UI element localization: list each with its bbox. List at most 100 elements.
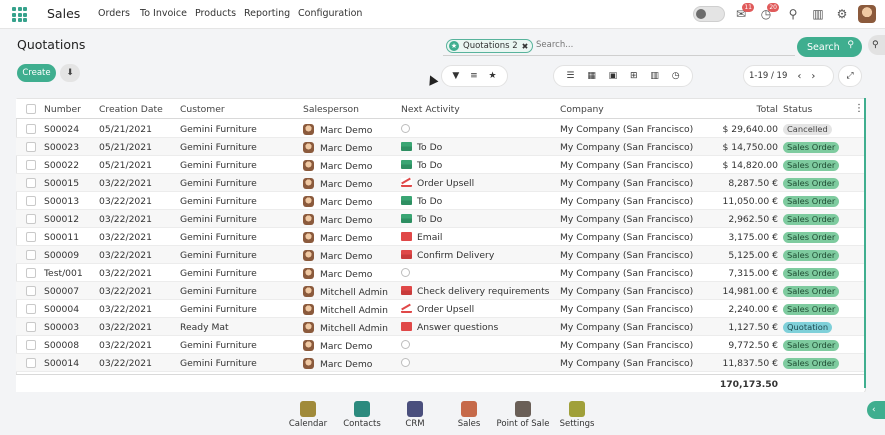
activity-clock-icon[interactable]: [401, 358, 410, 367]
activity-todo-icon[interactable]: [401, 142, 412, 151]
search-input[interactable]: [536, 40, 776, 50]
search-button[interactable]: Search ⚲: [797, 37, 862, 57]
company-switcher-icon[interactable]: ▥: [810, 6, 826, 22]
cell-next-activity[interactable]: [401, 124, 415, 135]
app-brand[interactable]: Sales: [47, 6, 80, 21]
header-total[interactable]: Total: [757, 104, 778, 115]
select-all-checkbox[interactable]: [26, 104, 36, 114]
dock-app-settings[interactable]: Settings: [547, 401, 607, 429]
messages-icon[interactable]: ✉ 11: [733, 3, 754, 22]
row-checkbox[interactable]: [26, 232, 36, 242]
dock-app-calendar[interactable]: Calendar: [278, 401, 338, 429]
calendar-view-icon[interactable]: ▣: [609, 71, 618, 81]
debug-bug-icon[interactable]: ⚲: [785, 6, 801, 22]
activity-email-icon[interactable]: [401, 322, 412, 331]
table-row[interactable]: S00022 05/21/2021 Gemini Furniture Marc Dem…: [16, 156, 864, 174]
table-row[interactable]: S00003 03/22/2021 Ready Mat Mitchell Admin A…: [16, 318, 864, 336]
row-checkbox[interactable]: [26, 304, 36, 314]
header-number[interactable]: Number: [44, 104, 81, 115]
favorites-star-icon[interactable]: ★: [489, 71, 497, 81]
row-checkbox[interactable]: [26, 178, 36, 188]
activity-view-icon[interactable]: ◷: [672, 71, 680, 81]
pager-value[interactable]: 1-19 / 19: [749, 71, 787, 81]
table-row[interactable]: Test/001 03/22/2021 Gemini Furniture Marc D…: [16, 264, 864, 282]
menu-configuration[interactable]: Configuration: [298, 8, 362, 19]
activity-clock-icon[interactable]: [401, 340, 410, 349]
table-row[interactable]: S00015 03/22/2021 Gemini Furniture Marc Dem…: [16, 174, 864, 192]
activity-upsell-icon[interactable]: [401, 304, 412, 313]
row-checkbox[interactable]: [26, 142, 36, 152]
row-checkbox[interactable]: [26, 250, 36, 260]
header-customer[interactable]: Customer: [180, 104, 225, 115]
filter-icon[interactable]: ▼: [452, 71, 459, 81]
cell-next-activity[interactable]: Confirm Delivery: [401, 250, 494, 261]
pager-next-icon[interactable]: ›: [811, 71, 815, 82]
group-by-icon[interactable]: ≡: [470, 71, 478, 81]
header-creation-date[interactable]: Creation Date: [99, 104, 163, 115]
menu-products[interactable]: Products: [195, 8, 236, 19]
cell-next-activity[interactable]: [401, 268, 415, 279]
cell-next-activity[interactable]: Order Upsell: [401, 304, 474, 315]
row-checkbox[interactable]: [26, 196, 36, 206]
apps-menu-icon[interactable]: [12, 7, 27, 22]
activity-todo-icon[interactable]: [401, 196, 412, 205]
activity-clock-icon[interactable]: [401, 268, 410, 277]
activity-email-icon[interactable]: [401, 232, 412, 241]
graph-view-icon[interactable]: ▥: [650, 71, 659, 81]
activities-clock-icon[interactable]: ◷ 20: [758, 3, 779, 22]
activity-todo-icon[interactable]: [401, 214, 412, 223]
table-row[interactable]: S00009 03/22/2021 Gemini Furniture Marc Dem…: [16, 246, 864, 264]
cell-next-activity[interactable]: Order Upsell: [401, 178, 474, 189]
cell-next-activity[interactable]: Check delivery requirements: [401, 286, 549, 297]
header-status[interactable]: Status: [783, 104, 812, 115]
row-checkbox[interactable]: [26, 124, 36, 134]
table-row[interactable]: S00013 03/22/2021 Gemini Furniture Marc Dem…: [16, 192, 864, 210]
header-next-activity[interactable]: Next Activity: [401, 104, 460, 115]
row-checkbox[interactable]: [26, 160, 36, 170]
dark-mode-toggle[interactable]: [693, 6, 725, 22]
activity-todo-icon[interactable]: [401, 160, 412, 169]
menu-orders[interactable]: Orders: [98, 8, 130, 19]
dock-app-sales[interactable]: Sales: [439, 401, 499, 429]
table-row[interactable]: S00011 03/22/2021 Gemini Furniture Marc Dem…: [16, 228, 864, 246]
row-checkbox[interactable]: [26, 268, 36, 278]
optional-columns-icon[interactable]: ⋮: [854, 103, 864, 114]
table-row[interactable]: S00023 05/21/2021 Gemini Furniture Marc Dem…: [16, 138, 864, 156]
header-salesperson[interactable]: Salesperson: [303, 104, 359, 115]
cell-next-activity[interactable]: To Do: [401, 160, 442, 171]
chevron-left-icon[interactable]: ‹: [867, 401, 885, 419]
remove-facet-icon[interactable]: ✖: [522, 42, 529, 51]
cell-next-activity[interactable]: Answer questions: [401, 322, 498, 333]
dock-app-contacts[interactable]: Contacts: [332, 401, 392, 429]
download-icon[interactable]: ⬇: [60, 64, 80, 82]
table-row[interactable]: S00008 03/22/2021 Gemini Furniture Marc Dem…: [16, 336, 864, 354]
row-checkbox[interactable]: [26, 286, 36, 296]
cell-next-activity[interactable]: To Do: [401, 214, 442, 225]
search-facet[interactable]: ★ Quotations 2 ✖: [446, 39, 534, 53]
dock-app-crm[interactable]: CRM: [385, 401, 445, 429]
cell-next-activity[interactable]: To Do: [401, 142, 442, 153]
activity-phone-icon[interactable]: [401, 250, 412, 259]
header-company[interactable]: Company: [560, 104, 604, 115]
table-row[interactable]: S00024 05/21/2021 Gemini Furniture Marc Dem…: [16, 120, 864, 138]
row-checkbox[interactable]: [26, 340, 36, 350]
dock-app-point-of-sale[interactable]: Point of Sale: [493, 401, 553, 429]
table-row[interactable]: S00007 03/22/2021 Gemini Furniture Mitchell…: [16, 282, 864, 300]
row-checkbox[interactable]: [26, 358, 36, 368]
menu-reporting[interactable]: Reporting: [244, 8, 290, 19]
user-avatar[interactable]: [858, 5, 876, 23]
pager-previous-icon[interactable]: ‹: [797, 71, 801, 82]
activity-upsell-icon[interactable]: [401, 178, 412, 187]
list-view-icon[interactable]: ☰: [566, 71, 574, 81]
row-checkbox[interactable]: [26, 322, 36, 332]
activity-clock-icon[interactable]: [401, 124, 410, 133]
scroll-indicator[interactable]: [864, 98, 866, 388]
table-row[interactable]: S00004 03/22/2021 Gemini Furniture Mitchell…: [16, 300, 864, 318]
table-row[interactable]: S00012 03/22/2021 Gemini Furniture Marc Dem…: [16, 210, 864, 228]
expand-icon[interactable]: ⤢: [838, 65, 862, 87]
side-search-icon[interactable]: ⚲: [868, 35, 885, 55]
cell-next-activity[interactable]: [401, 340, 415, 351]
create-button[interactable]: Create: [17, 64, 56, 82]
cell-next-activity[interactable]: Email: [401, 232, 443, 243]
table-row[interactable]: S00014 03/22/2021 Gemini Furniture Marc Dem…: [16, 354, 864, 372]
